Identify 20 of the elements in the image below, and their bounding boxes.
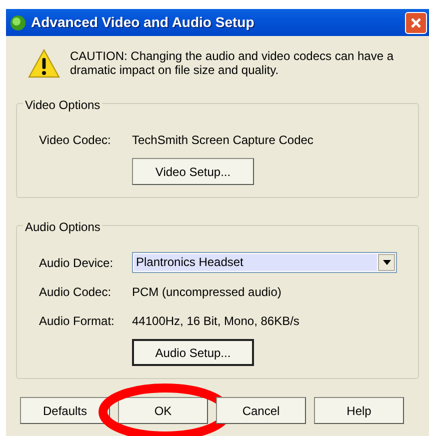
window-title: Advanced Video and Audio Setup <box>31 13 256 32</box>
setup-button[interactable]: Audio Setup... <box>132 339 254 366</box>
close-icon[interactable] <box>410 16 422 28</box>
dropdown[interactable]: Plantronics Headset <box>132 252 397 273</box>
field-label: Video Codec: <box>39 132 112 149</box>
dialog-button[interactable]: OK <box>118 397 208 424</box>
close-button[interactable] <box>405 12 427 34</box>
field-label: Audio Codec: <box>39 284 112 300</box>
caution-text: CAUTION: Changing the audio and video codecs can have a dramatic impact on file size and quality. <box>70 49 395 79</box>
field-value: PCM (uncompressed audio) <box>132 284 282 300</box>
setup-button[interactable]: Video Setup... <box>132 158 254 185</box>
field-value: 44100Hz, 16 Bit, Mono, 86KB/s <box>132 312 300 330</box>
warning-icon <box>28 49 60 79</box>
dialog-button[interactable]: Help <box>314 397 404 424</box>
field-label: Audio Device: <box>39 254 114 272</box>
dialog-button[interactable]: Defaults <box>20 397 110 424</box>
app-icon <box>10 14 26 30</box>
dialog-button[interactable]: Cancel <box>216 397 306 424</box>
field-label: Audio Format: <box>39 312 116 330</box>
field-value: TechSmith Screen Capture Codec <box>132 132 314 149</box>
